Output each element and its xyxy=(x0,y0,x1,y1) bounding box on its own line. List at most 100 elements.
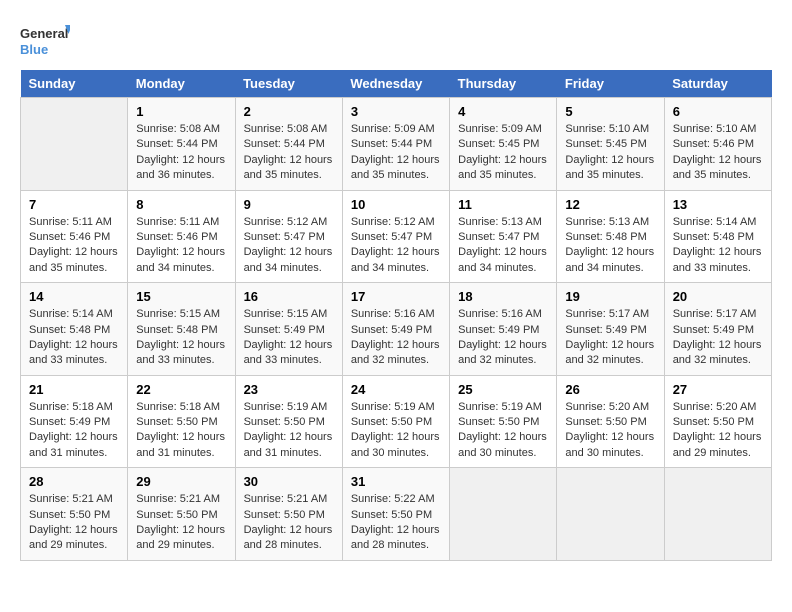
calendar-cell: 26 Sunrise: 5:20 AM Sunset: 5:50 PM Dayli… xyxy=(557,375,664,468)
day-info: Sunrise: 5:19 AM Sunset: 5:50 PM Dayligh… xyxy=(244,400,334,462)
calendar-cell: 27Sunrise: 5:20 AM Sunset: 5:50 PM Dayli… xyxy=(664,375,771,468)
day-info: Sunrise: 5:19 AM Sunset: 5:50 PM Dayligh… xyxy=(458,400,548,462)
day-number: 27 xyxy=(673,382,763,397)
calendar-cell xyxy=(557,468,664,561)
svg-text:Blue: Blue xyxy=(20,42,48,57)
day-number: 11 xyxy=(458,197,548,212)
calendar-cell: 19 Sunrise: 5:17 AM Sunset: 5:49 PM Dayli… xyxy=(557,283,664,376)
day-number: 17 xyxy=(351,289,441,304)
calendar-cell: 16 Sunrise: 5:15 AM Sunset: 5:49 PM Dayli… xyxy=(235,283,342,376)
day-number: 22 xyxy=(136,382,226,397)
day-info: Sunrise: 5:21 AM Sunset: 5:50 PM Dayligh… xyxy=(29,492,119,554)
day-info: Sunrise: 5:22 AM Sunset: 5:50 PM Dayligh… xyxy=(351,492,441,554)
day-number: 9 xyxy=(244,197,334,212)
calendar-cell: 7 Sunrise: 5:11 AM Sunset: 5:46 PM Daylig… xyxy=(21,190,128,283)
calendar-cell: 29Sunrise: 5:21 AM Sunset: 5:50 PM Dayli… xyxy=(128,468,235,561)
logo-svg: General Blue xyxy=(20,20,70,60)
calendar-cell: 14 Sunrise: 5:14 AM Sunset: 5:48 PM Dayli… xyxy=(21,283,128,376)
day-info: Sunrise: 5:12 AM Sunset: 5:47 PM Dayligh… xyxy=(351,215,441,277)
day-info: Sunrise: 5:08 AM Sunset: 5:44 PM Dayligh… xyxy=(136,122,226,184)
day-number: 30 xyxy=(244,474,334,489)
calendar-week-row: 21Sunrise: 5:18 AM Sunset: 5:49 PM Dayli… xyxy=(21,375,772,468)
calendar-cell: 6 Sunrise: 5:10 AM Sunset: 5:46 PM Daylig… xyxy=(664,98,771,191)
header-monday: Monday xyxy=(128,70,235,98)
day-info: Sunrise: 5:10 AM Sunset: 5:46 PM Dayligh… xyxy=(673,122,763,184)
day-info: Sunrise: 5:14 AM Sunset: 5:48 PM Dayligh… xyxy=(29,307,119,369)
day-number: 8 xyxy=(136,197,226,212)
day-info: Sunrise: 5:16 AM Sunset: 5:49 PM Dayligh… xyxy=(351,307,441,369)
calendar-cell: 23 Sunrise: 5:19 AM Sunset: 5:50 PM Dayli… xyxy=(235,375,342,468)
calendar-cell: 17 Sunrise: 5:16 AM Sunset: 5:49 PM Dayli… xyxy=(342,283,449,376)
day-number: 12 xyxy=(565,197,655,212)
day-info: Sunrise: 5:20 AM Sunset: 5:50 PM Dayligh… xyxy=(565,400,655,462)
calendar-cell: 21Sunrise: 5:18 AM Sunset: 5:49 PM Dayli… xyxy=(21,375,128,468)
day-number: 19 xyxy=(565,289,655,304)
day-info: Sunrise: 5:09 AM Sunset: 5:44 PM Dayligh… xyxy=(351,122,441,184)
day-info: Sunrise: 5:09 AM Sunset: 5:45 PM Dayligh… xyxy=(458,122,548,184)
header-wednesday: Wednesday xyxy=(342,70,449,98)
calendar-cell: 24 Sunrise: 5:19 AM Sunset: 5:50 PM Dayli… xyxy=(342,375,449,468)
day-number: 13 xyxy=(673,197,763,212)
day-number: 5 xyxy=(565,104,655,119)
day-info: Sunrise: 5:17 AM Sunset: 5:49 PM Dayligh… xyxy=(565,307,655,369)
calendar-cell: 15 Sunrise: 5:15 AM Sunset: 5:48 PM Dayli… xyxy=(128,283,235,376)
day-number: 16 xyxy=(244,289,334,304)
header-thursday: Thursday xyxy=(450,70,557,98)
day-number: 1 xyxy=(136,104,226,119)
calendar-cell: 8 Sunrise: 5:11 AM Sunset: 5:46 PM Daylig… xyxy=(128,190,235,283)
day-info: Sunrise: 5:19 AM Sunset: 5:50 PM Dayligh… xyxy=(351,400,441,462)
day-info: Sunrise: 5:14 AM Sunset: 5:48 PM Dayligh… xyxy=(673,215,763,277)
day-number: 14 xyxy=(29,289,119,304)
calendar-week-row: 28 Sunrise: 5:21 AM Sunset: 5:50 PM Dayli… xyxy=(21,468,772,561)
header-tuesday: Tuesday xyxy=(235,70,342,98)
calendar-cell: 20 Sunrise: 5:17 AM Sunset: 5:49 PM Dayli… xyxy=(664,283,771,376)
day-number: 20 xyxy=(673,289,763,304)
day-info: Sunrise: 5:11 AM Sunset: 5:46 PM Dayligh… xyxy=(136,215,226,277)
day-number: 2 xyxy=(244,104,334,119)
day-number: 24 xyxy=(351,382,441,397)
header-sunday: Sunday xyxy=(21,70,128,98)
day-info: Sunrise: 5:16 AM Sunset: 5:49 PM Dayligh… xyxy=(458,307,548,369)
day-info: Sunrise: 5:08 AM Sunset: 5:44 PM Dayligh… xyxy=(244,122,334,184)
day-number: 31 xyxy=(351,474,441,489)
day-info: Sunrise: 5:13 AM Sunset: 5:47 PM Dayligh… xyxy=(458,215,548,277)
day-number: 29 xyxy=(136,474,226,489)
day-info: Sunrise: 5:21 AM Sunset: 5:50 PM Dayligh… xyxy=(244,492,334,554)
calendar-cell: 2 Sunrise: 5:08 AM Sunset: 5:44 PM Daylig… xyxy=(235,98,342,191)
calendar-cell: 1 Sunrise: 5:08 AM Sunset: 5:44 PM Daylig… xyxy=(128,98,235,191)
day-info: Sunrise: 5:15 AM Sunset: 5:49 PM Dayligh… xyxy=(244,307,334,369)
calendar-table: SundayMondayTuesdayWednesdayThursdayFrid… xyxy=(20,70,772,561)
calendar-cell: 4 Sunrise: 5:09 AM Sunset: 5:45 PM Daylig… xyxy=(450,98,557,191)
calendar-cell xyxy=(21,98,128,191)
calendar-week-row: 1 Sunrise: 5:08 AM Sunset: 5:44 PM Daylig… xyxy=(21,98,772,191)
day-info: Sunrise: 5:17 AM Sunset: 5:49 PM Dayligh… xyxy=(673,307,763,369)
day-number: 25 xyxy=(458,382,548,397)
day-info: Sunrise: 5:12 AM Sunset: 5:47 PM Dayligh… xyxy=(244,215,334,277)
header-saturday: Saturday xyxy=(664,70,771,98)
calendar-cell: 30 Sunrise: 5:21 AM Sunset: 5:50 PM Dayli… xyxy=(235,468,342,561)
day-number: 28 xyxy=(29,474,119,489)
day-info: Sunrise: 5:15 AM Sunset: 5:48 PM Dayligh… xyxy=(136,307,226,369)
calendar-header-row: SundayMondayTuesdayWednesdayThursdayFrid… xyxy=(21,70,772,98)
day-number: 23 xyxy=(244,382,334,397)
day-info: Sunrise: 5:18 AM Sunset: 5:50 PM Dayligh… xyxy=(136,400,226,462)
day-info: Sunrise: 5:18 AM Sunset: 5:49 PM Dayligh… xyxy=(29,400,119,462)
calendar-cell xyxy=(664,468,771,561)
calendar-cell: 12 Sunrise: 5:13 AM Sunset: 5:48 PM Dayli… xyxy=(557,190,664,283)
day-number: 26 xyxy=(565,382,655,397)
calendar-cell xyxy=(450,468,557,561)
day-info: Sunrise: 5:11 AM Sunset: 5:46 PM Dayligh… xyxy=(29,215,119,277)
calendar-cell: 28 Sunrise: 5:21 AM Sunset: 5:50 PM Dayli… xyxy=(21,468,128,561)
svg-text:General: General xyxy=(20,26,68,41)
logo: General Blue xyxy=(20,20,70,60)
calendar-week-row: 7 Sunrise: 5:11 AM Sunset: 5:46 PM Daylig… xyxy=(21,190,772,283)
day-info: Sunrise: 5:13 AM Sunset: 5:48 PM Dayligh… xyxy=(565,215,655,277)
day-number: 4 xyxy=(458,104,548,119)
calendar-cell: 9 Sunrise: 5:12 AM Sunset: 5:47 PM Daylig… xyxy=(235,190,342,283)
day-number: 7 xyxy=(29,197,119,212)
day-number: 18 xyxy=(458,289,548,304)
calendar-cell: 13 Sunrise: 5:14 AM Sunset: 5:48 PM Dayli… xyxy=(664,190,771,283)
day-number: 6 xyxy=(673,104,763,119)
day-number: 15 xyxy=(136,289,226,304)
header-friday: Friday xyxy=(557,70,664,98)
